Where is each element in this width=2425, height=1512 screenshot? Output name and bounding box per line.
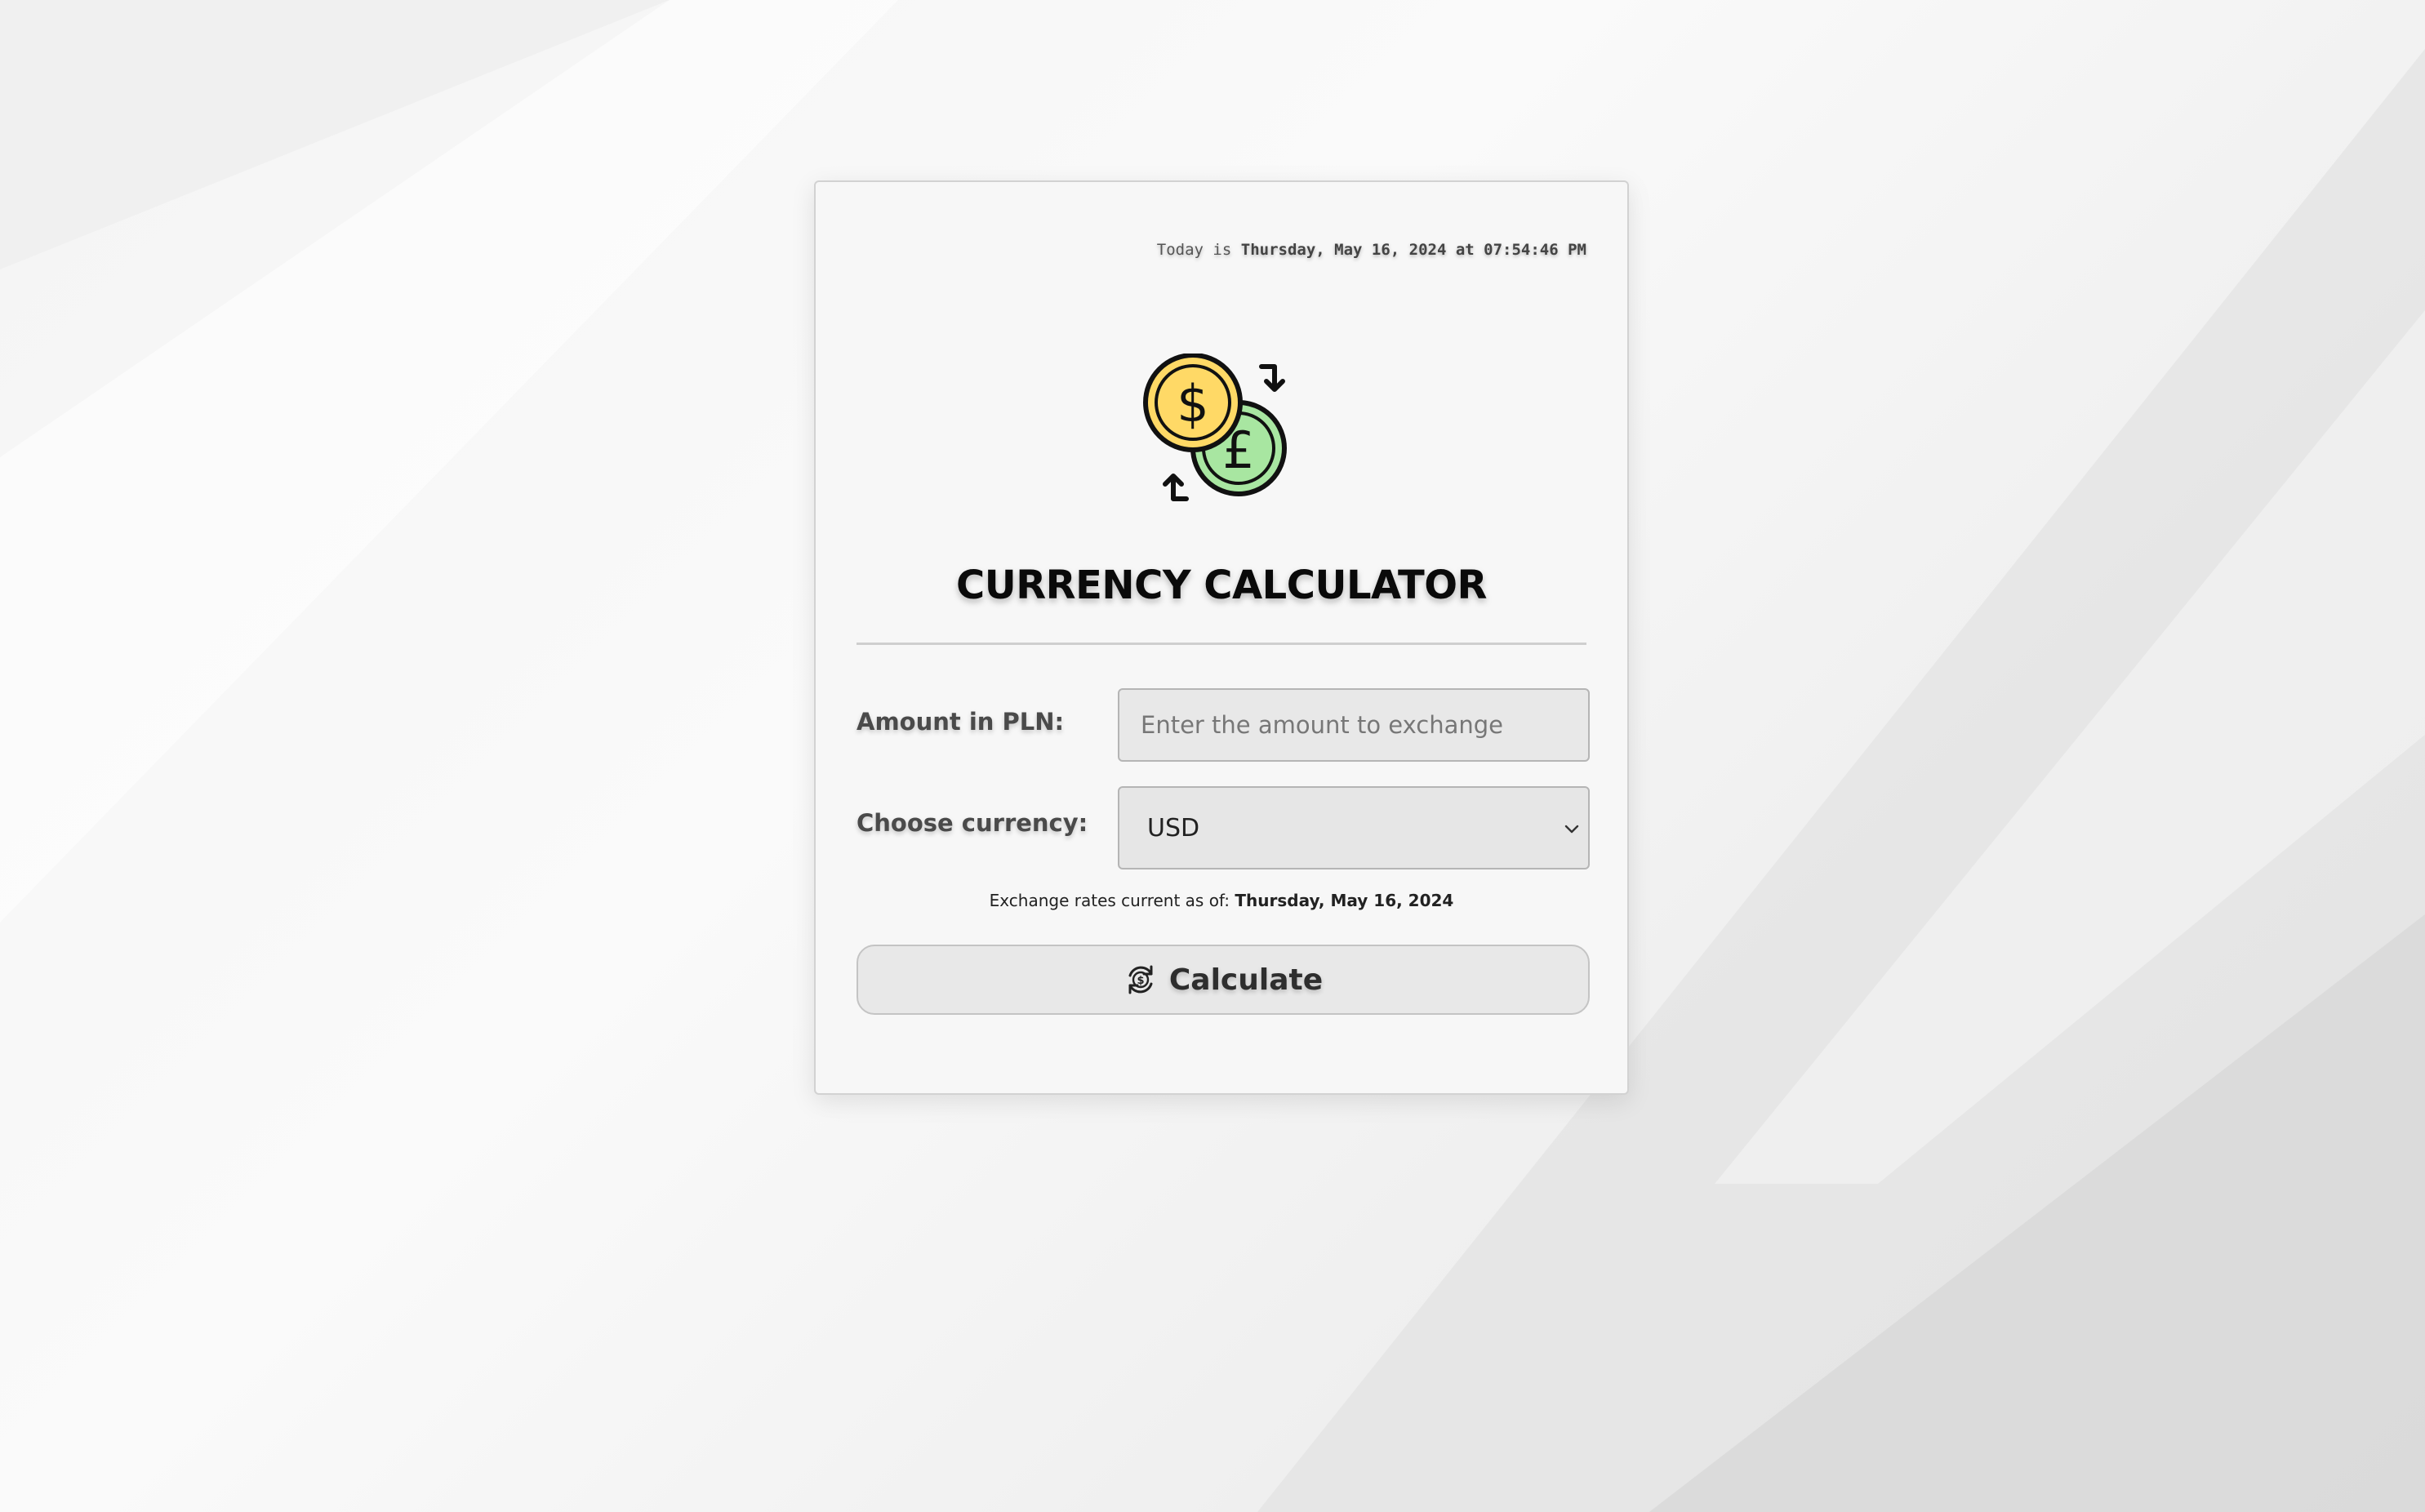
currency-select[interactable]: USD	[1118, 786, 1590, 869]
current-date: Thursday, May 16, 2024 at 07:54:46 PM	[1240, 241, 1586, 259]
svg-text:$: $	[1137, 975, 1144, 987]
rates-date: Thursday, May 16, 2024	[1235, 891, 1454, 910]
dollar-symbol: $	[1177, 374, 1208, 434]
rates-date-line: Exchange rates current as of: Thursday, …	[816, 891, 1627, 910]
currency-refresh-icon: $	[1128, 965, 1153, 994]
page-title: CURRENCY CALCULATOR	[956, 563, 1487, 608]
calculate-button[interactable]: $ Calculate	[857, 945, 1590, 1015]
currency-exchange-icon: £ $	[1143, 354, 1287, 501]
currency-label: Choose currency:	[857, 809, 1088, 837]
date-prefix: Today is	[1156, 241, 1241, 259]
chevron-down-icon	[1564, 825, 1579, 834]
amount-input[interactable]	[1118, 688, 1590, 762]
rates-prefix: Exchange rates current as of:	[989, 891, 1235, 910]
title-divider	[857, 643, 1586, 645]
amount-label: Amount in PLN:	[857, 708, 1065, 736]
calculator-card: Today is Thursday, May 16, 2024 at 07:54…	[814, 180, 1629, 1095]
currency-selected-value: USD	[1147, 813, 1200, 843]
current-date-line: Today is Thursday, May 16, 2024 at 07:54…	[1157, 241, 1586, 259]
calculate-button-label: Calculate	[1168, 963, 1324, 997]
